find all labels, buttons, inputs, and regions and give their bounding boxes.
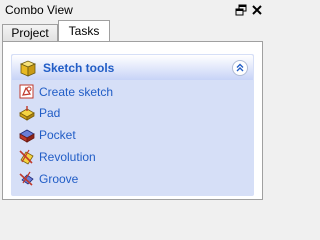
revolution-icon [18, 148, 36, 166]
sketch-tools-taskbox: Sketch tools Create sketch Pad Pocket Re… [10, 53, 255, 197]
task-item-label: Create sketch [39, 85, 114, 99]
float-window-icon[interactable] [235, 4, 247, 16]
pocket-icon [18, 126, 36, 144]
combo-view-panel: Combo View Project Tasks Sketch tools Cr… [0, 0, 265, 202]
task-pocket[interactable]: Pocket [18, 125, 238, 145]
combo-view-titlebar: Combo View [0, 0, 265, 20]
tab-project[interactable]: Project [2, 24, 58, 41]
pad-icon [18, 104, 36, 122]
tab-tasks[interactable]: Tasks [58, 20, 110, 41]
taskbox-header[interactable]: Sketch tools [12, 55, 253, 80]
sketch-cube-icon [18, 58, 38, 78]
combo-view-title: Combo View [5, 3, 73, 17]
chevron-up-double-icon [236, 63, 244, 72]
tab-bar: Project Tasks [0, 20, 265, 42]
task-item-label: Pad [39, 106, 61, 120]
create-sketch-icon [18, 83, 36, 101]
task-groove[interactable]: Groove [18, 169, 238, 189]
taskbox-title: Sketch tools [43, 61, 115, 75]
collapse-button[interactable] [232, 60, 248, 76]
task-item-label: Groove [39, 172, 79, 186]
groove-icon [18, 170, 36, 188]
task-revolution[interactable]: Revolution [18, 147, 238, 167]
close-icon[interactable] [251, 4, 263, 16]
task-create-sketch[interactable]: Create sketch [18, 82, 238, 102]
task-item-label: Pocket [39, 128, 76, 142]
task-item-label: Revolution [39, 150, 96, 164]
task-pad[interactable]: Pad [18, 103, 238, 123]
